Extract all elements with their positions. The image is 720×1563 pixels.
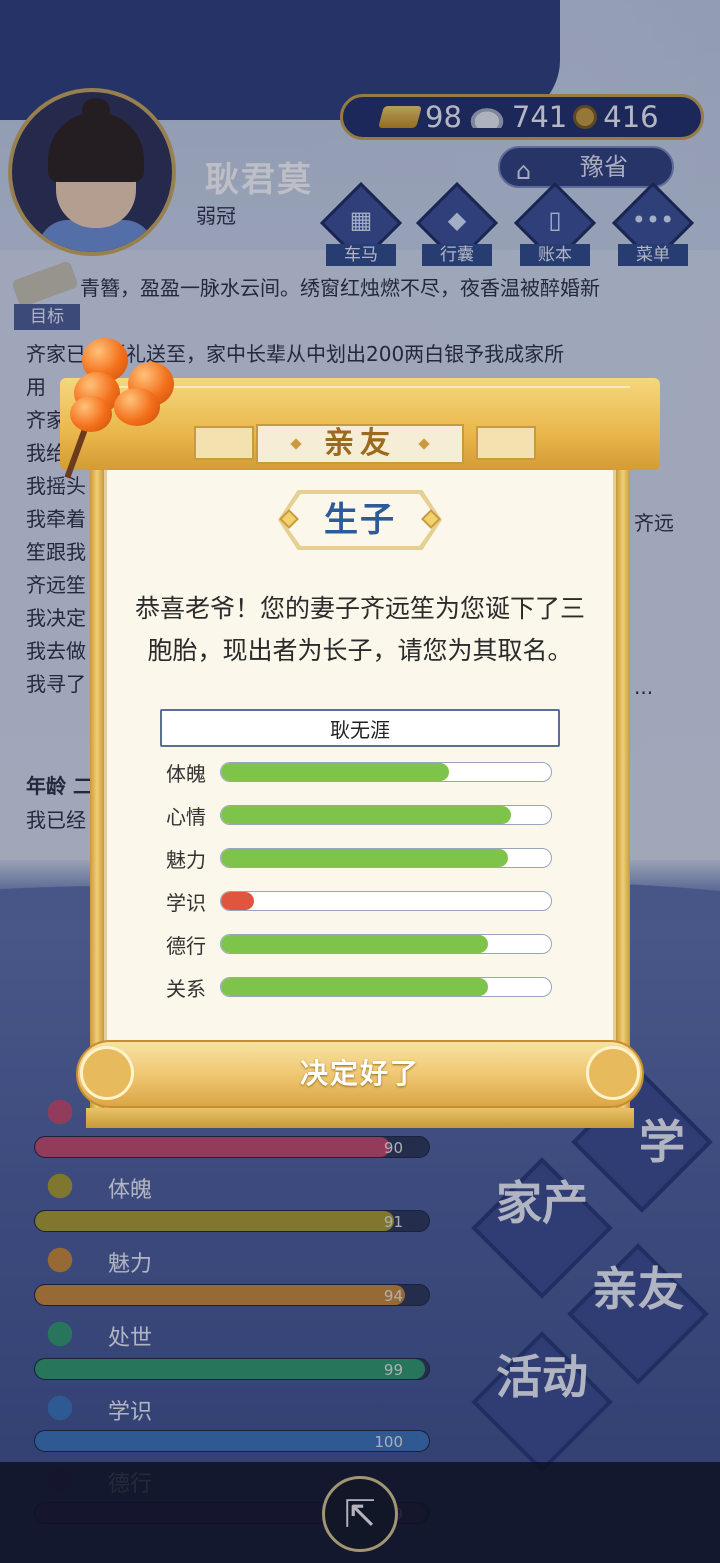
modal-header-ornament <box>476 426 536 460</box>
confirm-button[interactable]: 决定好了 <box>76 1040 644 1108</box>
attribute-row: 心情 <box>166 803 556 829</box>
attribute-label: 学识 <box>166 891 206 915</box>
modal-left-edge <box>90 462 104 1122</box>
attribute-bar-fill <box>221 935 489 953</box>
attribute-row: 关系 <box>166 975 556 1001</box>
attribute-label: 心情 <box>166 805 206 829</box>
attribute-row: 德行 <box>166 932 556 958</box>
attribute-bar-fill <box>221 892 254 910</box>
modal-header-ornament <box>194 426 254 460</box>
attribute-bar <box>220 848 552 868</box>
modal-title: 亲友 <box>324 426 396 461</box>
modal-bottom-rod <box>86 1108 634 1128</box>
attribute-bar <box>220 934 552 954</box>
attribute-bar-fill <box>221 806 512 824</box>
event-title: 生子 <box>324 500 396 540</box>
attribute-bar <box>220 977 552 997</box>
event-message: 恭喜老爷！您的妻子齐远笙为您诞下了三胞胎，现出者为长子，请您为其取名。 <box>134 594 585 665</box>
attribute-row: 魅力 <box>166 846 556 872</box>
modal-body <box>104 462 616 1122</box>
attribute-label: 魅力 <box>166 848 206 872</box>
attribute-label: 体魄 <box>166 762 206 786</box>
attribute-label: 关系 <box>166 977 206 1001</box>
attribute-bar-fill <box>221 849 509 867</box>
attribute-bar <box>220 805 552 825</box>
attribute-label: 德行 <box>166 934 206 958</box>
attribute-bar <box>220 891 552 911</box>
attribute-row: 体魄 <box>166 760 556 786</box>
attribute-bar <box>220 762 552 782</box>
attribute-row: 学识 <box>166 889 556 915</box>
attribute-bar-fill <box>221 978 489 996</box>
child-name-input[interactable] <box>160 709 560 747</box>
candied-haws-icon <box>114 388 160 426</box>
candied-haws-icon <box>70 396 112 432</box>
attribute-bar-fill <box>221 763 449 781</box>
modal-right-edge <box>616 462 630 1122</box>
